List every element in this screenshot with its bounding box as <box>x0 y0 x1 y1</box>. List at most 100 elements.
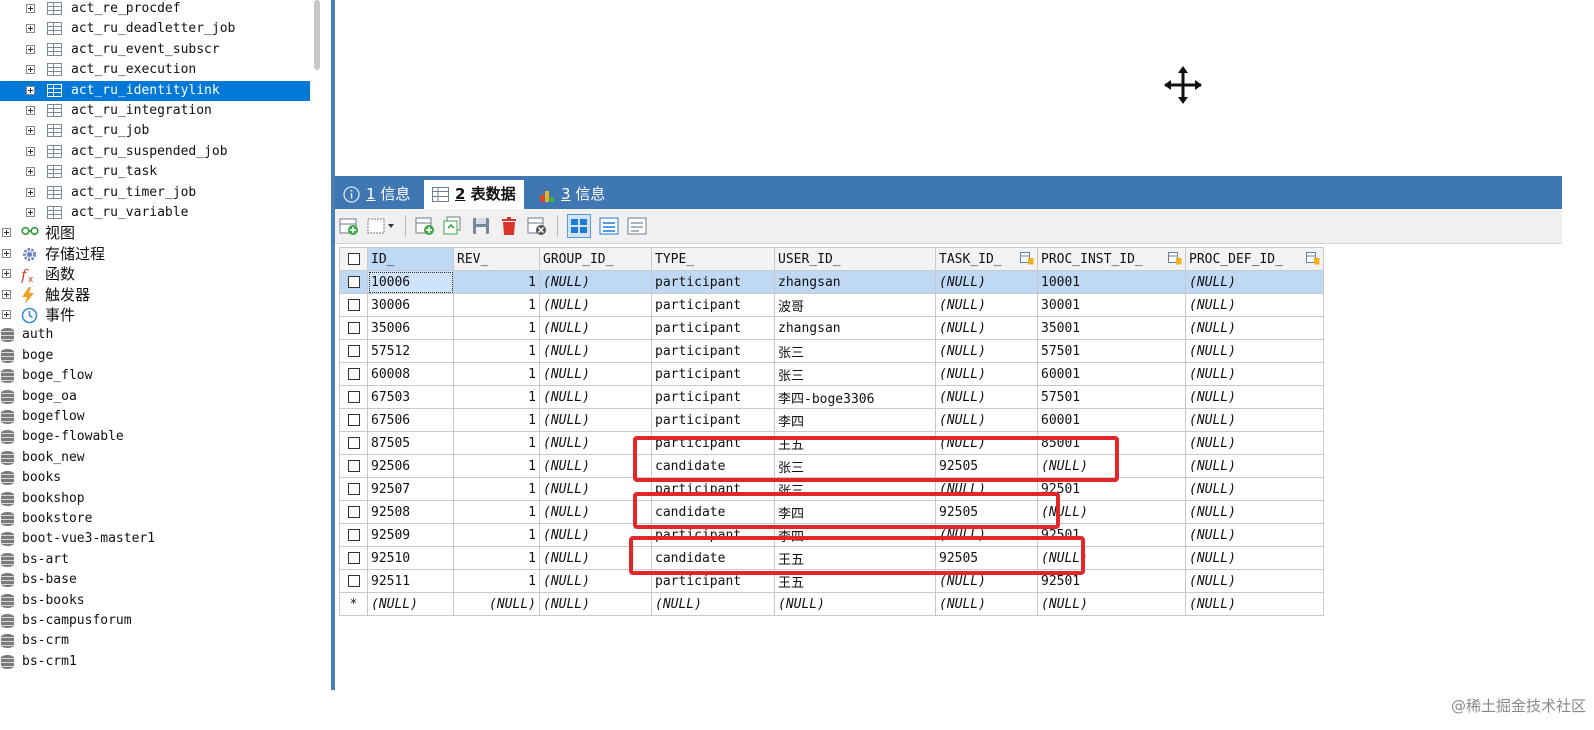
tree-item-category[interactable]: 事件 <box>0 305 310 325</box>
row-checkbox[interactable] <box>339 500 368 524</box>
tree-item-database[interactable]: bs-crm1 <box>0 652 310 672</box>
tree-item-database[interactable]: boge_oa <box>0 387 310 407</box>
row-checkbox[interactable] <box>339 293 368 317</box>
tree-item-table[interactable]: act_ru_suspended_job <box>0 142 310 162</box>
tree-item-table[interactable]: act_ru_variable <box>0 203 310 223</box>
cell-proc-inst-id[interactable]: 60001 <box>1037 362 1186 386</box>
cell-id[interactable]: (NULL) <box>367 592 454 616</box>
expand-icon[interactable] <box>26 44 35 54</box>
cell-group-id[interactable]: (NULL) <box>539 362 652 386</box>
grid-view-icon[interactable] <box>567 214 591 238</box>
expand-icon[interactable] <box>26 187 35 197</box>
cell-user-id[interactable]: zhangsan <box>774 316 936 340</box>
cell-proc-inst-id[interactable]: 10001 <box>1037 270 1186 294</box>
pane-splitter[interactable] <box>331 0 335 690</box>
tree-item-database[interactable]: auth <box>0 325 310 345</box>
row-checkbox[interactable] <box>339 477 368 501</box>
cell-group-id[interactable]: (NULL) <box>539 385 652 409</box>
cell-type[interactable]: participant <box>651 316 775 340</box>
cell-id[interactable]: 92511 <box>367 569 454 593</box>
cell-rev[interactable]: 1 <box>453 385 540 409</box>
add-record-icon[interactable] <box>415 216 435 236</box>
insert-row-icon[interactable] <box>339 216 359 236</box>
discard-changes-icon[interactable] <box>527 216 547 236</box>
tree-item-database[interactable]: bs-campusforum <box>0 611 310 631</box>
tree-item-database[interactable]: boot-vue3-master1 <box>0 529 310 549</box>
cell-proc-def-id[interactable]: (NULL) <box>1185 592 1324 616</box>
cell-proc-def-id[interactable]: (NULL) <box>1185 362 1324 386</box>
cell-proc-def-id[interactable]: (NULL) <box>1185 454 1324 478</box>
cell-id[interactable]: 57512 <box>367 339 454 363</box>
cell-user-id[interactable]: zhangsan <box>774 270 936 294</box>
tree-item-table[interactable]: act_ru_task <box>0 162 310 182</box>
tree-item-database[interactable]: bs-crm <box>0 631 310 651</box>
table-row[interactable]: 30006 1 (NULL) participant 波哥 (NULL) 30001 (NUL… <box>339 293 1324 317</box>
cell-rev[interactable]: 1 <box>453 362 540 386</box>
cell-group-id[interactable]: (NULL) <box>539 316 652 340</box>
tree-item-database[interactable]: bs-art <box>0 550 310 570</box>
tree-item-category[interactable]: 视图 <box>0 223 310 243</box>
cell-user-id[interactable]: 波哥 <box>774 293 936 317</box>
cell-proc-inst-id[interactable]: 57501 <box>1037 385 1186 409</box>
cell-id[interactable]: 67503 <box>367 385 454 409</box>
expand-icon[interactable] <box>2 269 11 279</box>
select-all-checkbox[interactable] <box>339 247 368 271</box>
expand-icon[interactable] <box>2 228 11 238</box>
cell-proc-inst-id[interactable]: 30001 <box>1037 293 1186 317</box>
column-header-proc-def-id[interactable]: PROC_DEF_ID_ <box>1185 247 1324 271</box>
cell-id[interactable]: 10006 <box>367 270 454 294</box>
expand-icon[interactable] <box>2 289 11 299</box>
row-checkbox[interactable] <box>339 454 368 478</box>
tree-item-category[interactable]: 触发器 <box>0 285 310 305</box>
cell-rev[interactable]: 1 <box>453 500 540 524</box>
cell-proc-def-id[interactable]: (NULL) <box>1185 546 1324 570</box>
cell-type[interactable]: participant <box>651 270 775 294</box>
cell-id[interactable]: 60008 <box>367 362 454 386</box>
cell-task-id[interactable]: (NULL) <box>935 592 1038 616</box>
cell-proc-def-id[interactable]: (NULL) <box>1185 293 1324 317</box>
save-icon[interactable] <box>471 216 491 236</box>
expand-icon[interactable] <box>26 85 35 95</box>
cell-task-id[interactable]: (NULL) <box>935 270 1038 294</box>
cell-type[interactable]: participant <box>651 362 775 386</box>
row-checkbox[interactable] <box>339 316 368 340</box>
column-header-rev[interactable]: REV_ <box>453 247 540 271</box>
cell-rev[interactable]: 1 <box>453 477 540 501</box>
expand-icon[interactable] <box>26 65 35 75</box>
tree-item-table[interactable]: act_ru_integration <box>0 101 310 121</box>
tab-info-3[interactable]: 3 信息 <box>539 180 605 209</box>
tree-item-table[interactable]: act_ru_job <box>0 121 310 141</box>
row-checkbox[interactable] <box>339 569 368 593</box>
cell-id[interactable]: 67506 <box>367 408 454 432</box>
cell-task-id[interactable]: (NULL) <box>935 408 1038 432</box>
tree-item-database[interactable]: boge-flowable <box>0 427 310 447</box>
cell-proc-inst-id[interactable]: 57501 <box>1037 339 1186 363</box>
tree-item-table[interactable]: act_ru_event_subscr <box>0 40 310 60</box>
cell-rev[interactable]: 1 <box>453 316 540 340</box>
column-header-user-id[interactable]: USER_ID_ <box>774 247 936 271</box>
tree-item-category[interactable]: 存储过程 <box>0 244 310 264</box>
cell-proc-def-id[interactable]: (NULL) <box>1185 523 1324 547</box>
column-header-id[interactable]: ID_ <box>367 247 454 271</box>
cell-group-id[interactable]: (NULL) <box>539 408 652 432</box>
cell-rev[interactable]: 1 <box>453 523 540 547</box>
tree-item-category[interactable]: f x 函数 <box>0 264 310 285</box>
cell-id[interactable]: 92507 <box>367 477 454 501</box>
cell-id[interactable]: 92510 <box>367 546 454 570</box>
tree-item-table[interactable]: act_ru_identitylink <box>0 80 310 101</box>
row-checkbox[interactable] <box>339 362 368 386</box>
form-view-icon[interactable] <box>599 216 619 236</box>
expand-icon[interactable] <box>26 146 35 156</box>
column-header-proc-inst-id[interactable]: PROC_INST_ID_ <box>1037 247 1186 271</box>
tree-item-database[interactable]: bookshop <box>0 489 310 509</box>
cell-task-id[interactable]: (NULL) <box>935 362 1038 386</box>
row-checkbox[interactable] <box>339 339 368 363</box>
cell-user-id[interactable]: 李四 <box>774 408 936 432</box>
row-checkbox[interactable] <box>339 431 368 455</box>
table-row[interactable]: 57512 1 (NULL) participant 张三 (NULL) 57501 (NUL… <box>339 339 1324 363</box>
cell-type[interactable]: participant <box>651 408 775 432</box>
tree-item-table[interactable]: act_ru_execution <box>0 60 310 80</box>
cell-rev[interactable]: 1 <box>453 546 540 570</box>
cell-id[interactable]: 92506 <box>367 454 454 478</box>
duplicate-record-icon[interactable] <box>443 216 463 236</box>
